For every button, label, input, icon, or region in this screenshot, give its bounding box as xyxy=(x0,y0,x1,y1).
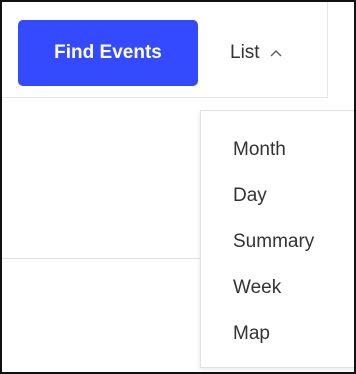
view-option-day[interactable]: Day xyxy=(201,173,354,219)
view-selector-label: List xyxy=(230,42,260,63)
view-option-month[interactable]: Month xyxy=(201,127,354,173)
view-option-week[interactable]: Week xyxy=(201,265,354,311)
view-selector-toggle[interactable]: List xyxy=(230,20,282,86)
view-option-map[interactable]: Map xyxy=(201,311,354,357)
content-divider xyxy=(2,258,202,259)
view-dropdown-menu: Month Day Summary Week Map xyxy=(200,110,354,368)
chevron-up-icon xyxy=(270,49,282,57)
view-options-list: Month Day Summary Week Map xyxy=(201,111,354,357)
events-widget: Find Events List Month Day Summary Week … xyxy=(0,0,356,374)
view-option-summary[interactable]: Summary xyxy=(201,219,354,265)
find-events-button[interactable]: Find Events xyxy=(18,20,198,86)
events-toolbar: Find Events List xyxy=(2,2,328,98)
